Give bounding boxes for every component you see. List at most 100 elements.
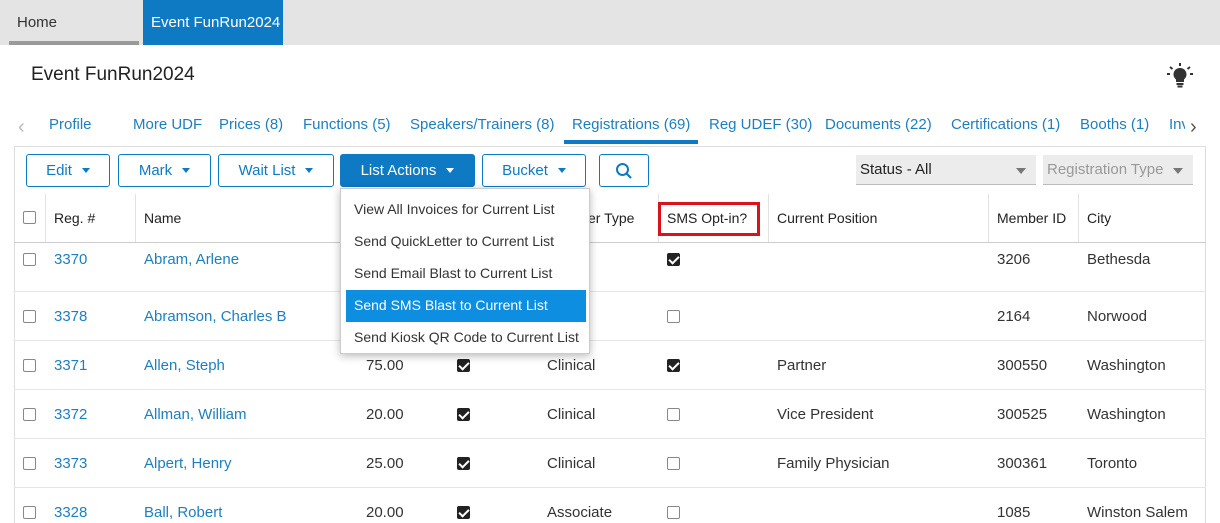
price-cell: 20.00 — [366, 406, 404, 423]
city-cell: Winston Salem — [1087, 504, 1188, 521]
menu-item-send-email-blast[interactable]: Send Email Blast to Current List — [346, 258, 586, 290]
reg-number-link[interactable]: 3373 — [54, 455, 87, 472]
row-select-checkbox[interactable] — [23, 506, 36, 519]
tab-more-udf[interactable]: More UDF — [133, 116, 202, 133]
table-row[interactable]: 3370 Abram, Arlene 3206 Bethesda — [14, 243, 1206, 292]
sms-opt-in-checkbox[interactable] — [667, 359, 680, 372]
select-all-checkbox[interactable] — [23, 211, 36, 224]
tab-booths[interactable]: Booths (1) — [1080, 116, 1149, 133]
registrant-name-link[interactable]: Ball, Robert — [144, 504, 222, 521]
table-row[interactable]: 3328 Ball, Robert 20.00 Associate 1085 Winsto… — [14, 488, 1206, 523]
column-separator — [1078, 194, 1079, 242]
sms-opt-in-checkbox[interactable] — [667, 310, 680, 323]
column-header-member-type[interactable]: er Type — [588, 210, 634, 226]
menu-item-send-sms-blast[interactable]: Send SMS Blast to Current List — [346, 290, 586, 322]
bucket-button[interactable]: Bucket — [482, 154, 586, 187]
column-header-member-id[interactable]: Member ID — [997, 210, 1066, 226]
wait-list-button-label: Wait List — [238, 162, 296, 179]
city-cell: Bethesda — [1087, 251, 1151, 268]
edit-button[interactable]: Edit — [26, 154, 110, 187]
lightbulb-icon[interactable] — [1166, 62, 1194, 88]
caret-down-icon — [182, 168, 191, 173]
member-type-cell: Associate — [547, 504, 613, 521]
bucket-button-label: Bucket — [502, 162, 548, 179]
row-select-checkbox[interactable] — [23, 310, 36, 323]
tab-reg-udef[interactable]: Reg UDEF (30) — [709, 116, 812, 133]
menu-item-view-all-invoices[interactable]: View All Invoices for Current List — [346, 194, 586, 226]
caret-down-icon — [446, 168, 455, 173]
row-select-checkbox[interactable] — [23, 457, 36, 470]
member-id-cell: 3206 — [997, 251, 1031, 268]
tab-functions[interactable]: Functions (5) — [303, 116, 391, 133]
member-id-cell: 300550 — [997, 357, 1048, 374]
member-id-cell: 2164 — [997, 308, 1031, 325]
tab-documents[interactable]: Documents (22) — [825, 116, 932, 133]
tab-profile[interactable]: Profile — [49, 116, 92, 133]
sms-opt-in-highlight-box — [658, 202, 760, 236]
paid-checkbox[interactable] — [457, 457, 470, 470]
city-cell: Toronto — [1087, 455, 1138, 472]
row-select-checkbox[interactable] — [23, 408, 36, 421]
tab-certifications[interactable]: Certifications (1) — [951, 116, 1060, 133]
chevron-right-icon[interactable]: › — [1190, 116, 1197, 139]
price-cell: 75.00 — [366, 357, 404, 374]
table-row[interactable]: 3372 Allman, William 20.00 Clinical Vice Pre… — [14, 390, 1206, 439]
registrant-name-link[interactable]: Allman, William — [144, 406, 247, 423]
list-actions-button-label: List Actions — [360, 162, 437, 179]
sms-opt-in-checkbox[interactable] — [667, 408, 680, 421]
chevron-down-icon — [1016, 168, 1026, 174]
column-header-city[interactable]: City — [1087, 210, 1111, 226]
status-filter-select[interactable]: Status - All — [856, 155, 1036, 185]
column-separator — [988, 194, 989, 242]
wait-list-button[interactable]: Wait List — [218, 154, 334, 187]
member-type-cell: Clinical — [547, 406, 596, 423]
member-type-cell: Clinical — [547, 357, 596, 374]
paid-checkbox[interactable] — [457, 506, 470, 519]
member-id-cell: 300361 — [997, 455, 1048, 472]
column-header-name[interactable]: Name — [144, 210, 181, 226]
registrant-name-link[interactable]: Abram, Arlene — [144, 251, 239, 268]
tab-speakers-trainers[interactable]: Speakers/Trainers (8) — [410, 116, 555, 133]
price-cell: 20.00 — [366, 504, 404, 521]
registrant-name-link[interactable]: Allen, Steph — [144, 357, 225, 374]
search-button[interactable] — [599, 154, 649, 187]
reg-number-link[interactable]: 3372 — [54, 406, 87, 423]
window-tab-home[interactable]: Home — [9, 0, 139, 45]
price-cell: 25.00 — [366, 455, 404, 472]
row-select-checkbox[interactable] — [23, 359, 36, 372]
sms-opt-in-checkbox[interactable] — [667, 506, 680, 519]
sms-opt-in-checkbox[interactable] — [667, 457, 680, 470]
caret-down-icon — [305, 168, 314, 173]
table-row[interactable]: 3373 Alpert, Henry 25.00 Clinical Family Phy… — [14, 439, 1206, 488]
paid-checkbox[interactable] — [457, 408, 470, 421]
mark-button[interactable]: Mark — [118, 154, 211, 187]
sms-opt-in-checkbox[interactable] — [667, 253, 680, 266]
column-header-reg-no[interactable]: Reg. # — [54, 210, 95, 226]
column-header-current-position[interactable]: Current Position — [777, 210, 877, 226]
menu-item-send-quickletter[interactable]: Send QuickLetter to Current List — [346, 226, 586, 258]
menu-item-send-kiosk-qr-code[interactable]: Send Kiosk QR Code to Current List — [346, 322, 586, 354]
reg-number-link[interactable]: 3371 — [54, 357, 87, 374]
tab-invoices[interactable]: Inv — [1169, 116, 1185, 133]
registrant-name-link[interactable]: Abramson, Charles B — [144, 308, 287, 325]
window-tab-event[interactable]: Event FunRun2024 — [143, 0, 283, 45]
table-row[interactable]: 3378Abramson, Charles Bl2164Norwood — [14, 292, 1206, 341]
list-actions-button[interactable]: List Actions — [340, 154, 475, 187]
registration-type-select[interactable]: Registration Type — [1043, 155, 1193, 185]
member-type-cell: Clinical — [547, 455, 596, 472]
reg-number-link[interactable]: 3378 — [54, 308, 87, 325]
current-position-cell: Vice President — [777, 406, 874, 423]
registrant-name-link[interactable]: Alpert, Henry — [144, 455, 232, 472]
edit-button-label: Edit — [46, 162, 72, 179]
member-id-cell: 300525 — [997, 406, 1048, 423]
reg-number-link[interactable]: 3328 — [54, 504, 87, 521]
table-row[interactable]: 3371 Allen, Steph 75.00 Clinical Partner 3005… — [14, 341, 1206, 390]
paid-checkbox[interactable] — [457, 359, 470, 372]
city-cell: Norwood — [1087, 308, 1148, 325]
tab-registrations[interactable]: Registrations (69) — [564, 116, 699, 144]
reg-number-link[interactable]: 3370 — [54, 251, 87, 268]
member-id-cell: 1085 — [997, 504, 1031, 521]
row-select-checkbox[interactable] — [23, 253, 36, 266]
tab-prices[interactable]: Prices (8) — [219, 116, 283, 133]
chevron-left-icon[interactable]: ‹ — [18, 116, 25, 139]
